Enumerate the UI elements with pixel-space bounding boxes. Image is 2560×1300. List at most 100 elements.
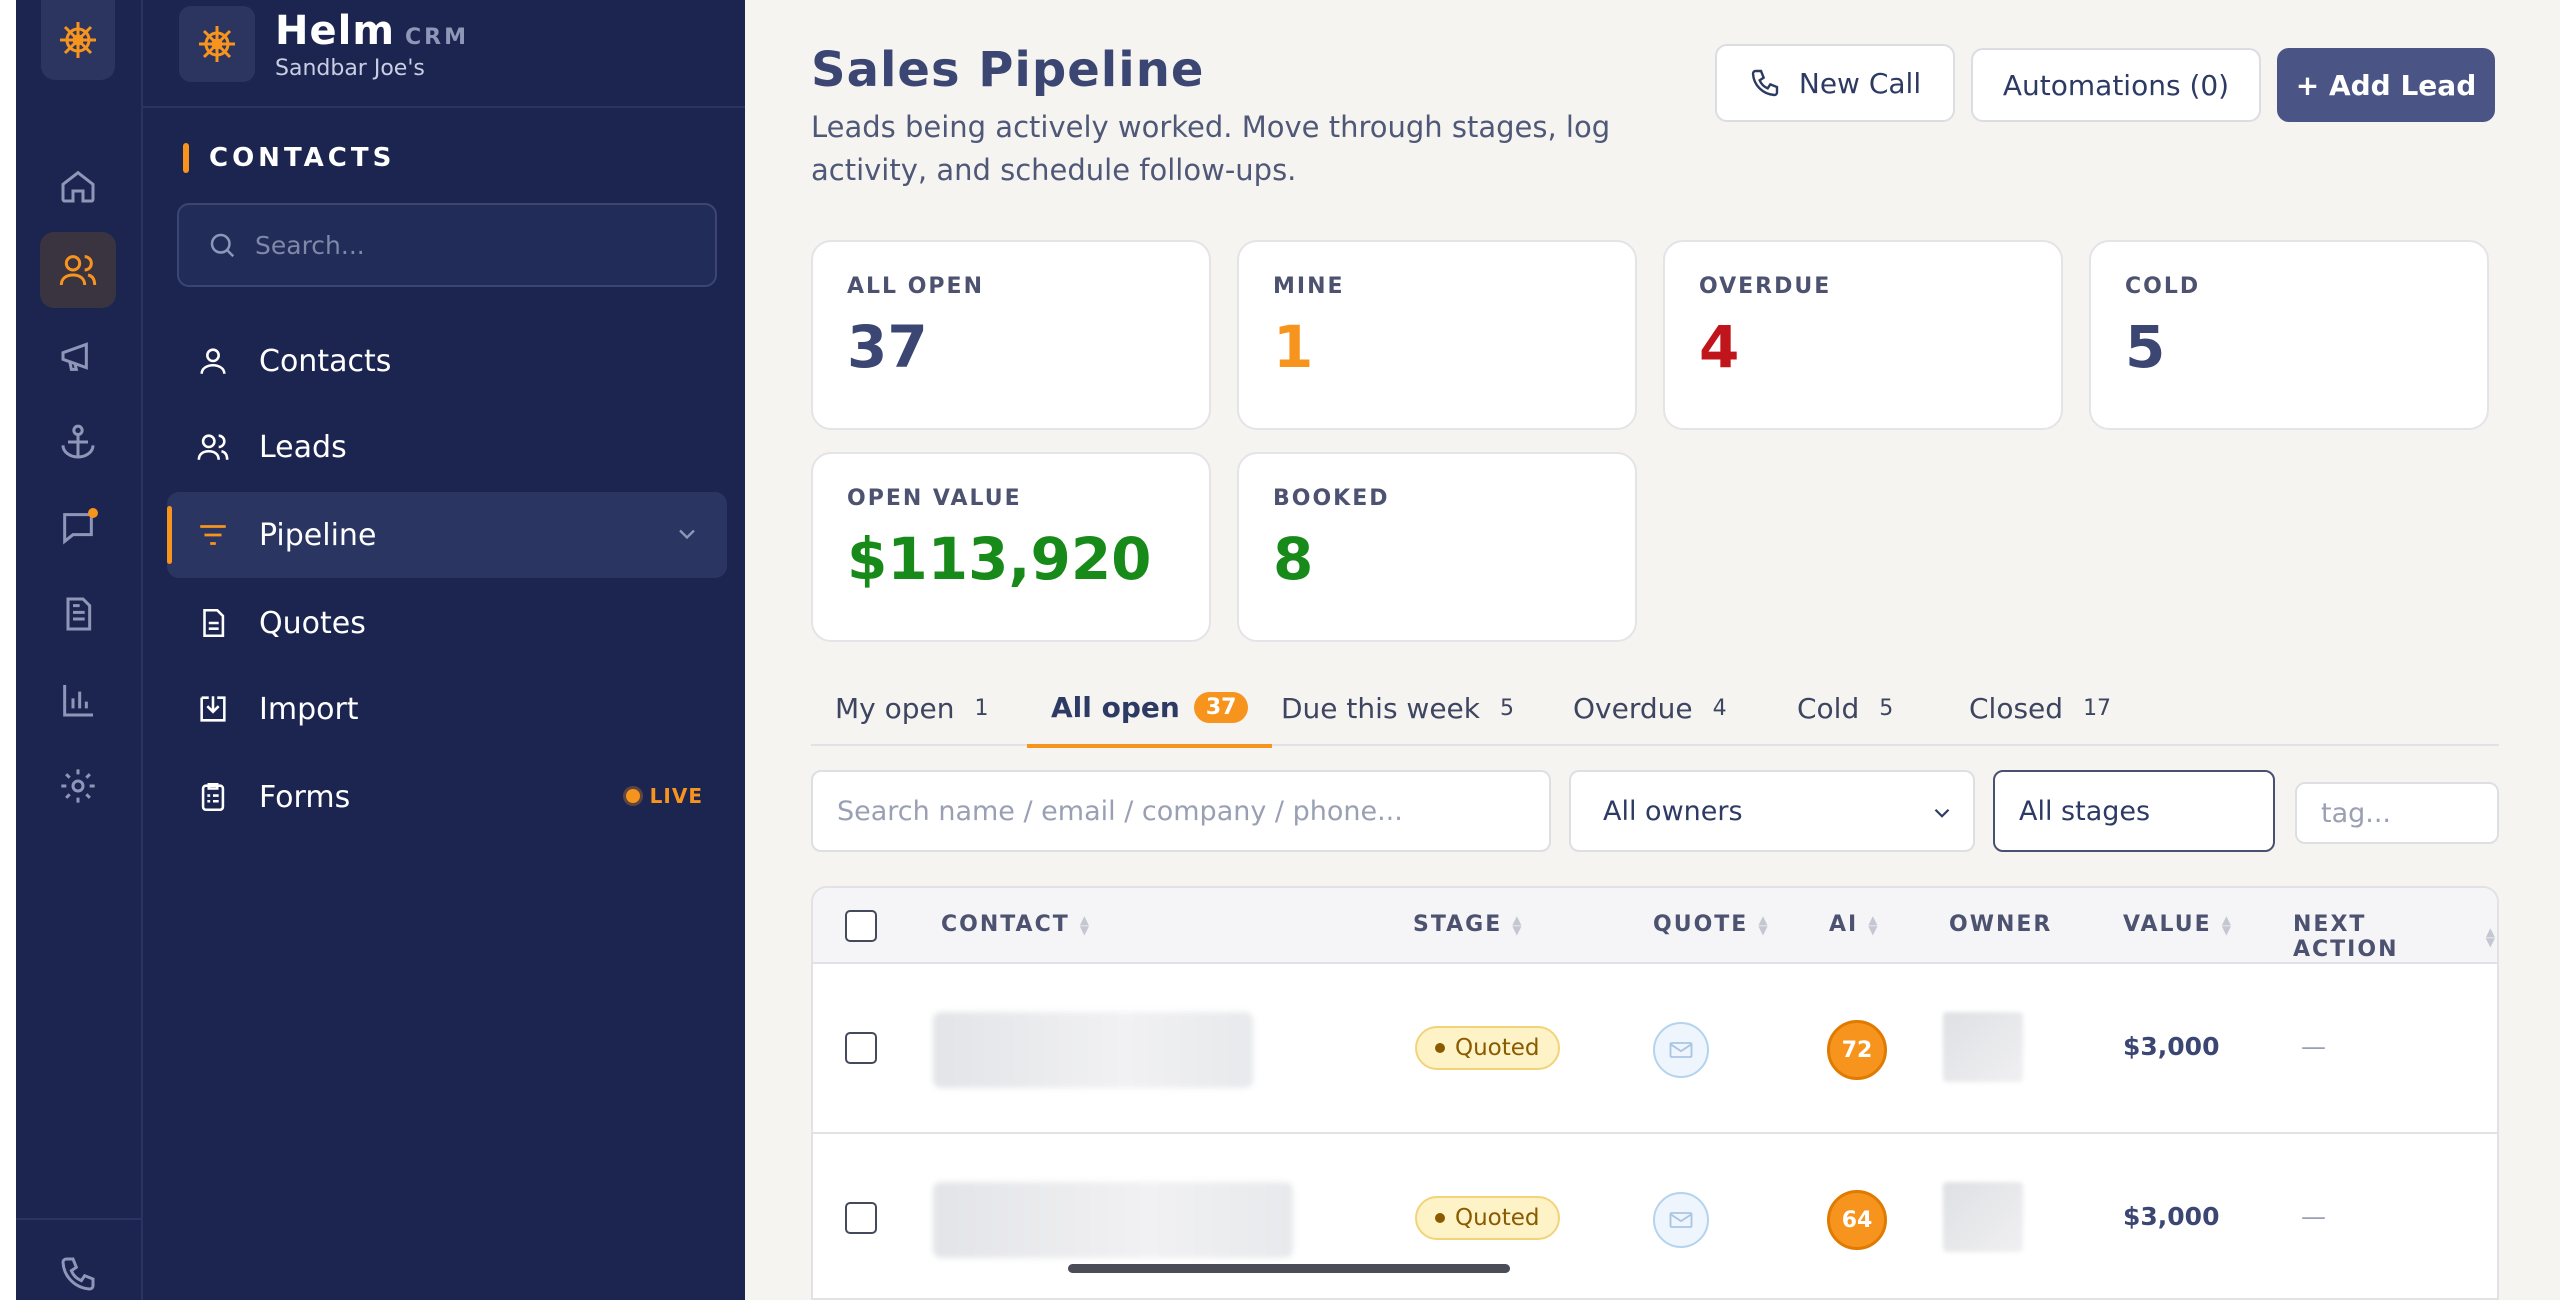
tab-cold[interactable]: Cold 5 <box>1797 670 1893 746</box>
column-contact[interactable]: CONTACT ▲ ▼ <box>941 912 1091 937</box>
megaphone-icon[interactable] <box>40 318 116 394</box>
sort-icon: ▲ ▼ <box>2221 912 2233 937</box>
add-lead-button[interactable]: + Add Lead <box>2277 48 2495 122</box>
section-accent <box>183 143 189 173</box>
ai-score-badge[interactable]: 72 <box>1827 1020 1887 1080</box>
phone-icon[interactable] <box>40 1236 116 1300</box>
stage-label: Quoted <box>1455 1205 1540 1231</box>
page-subtitle: Leads being actively worked. Move throug… <box>811 110 1611 187</box>
table-row[interactable]: Quoted 64 $3,000 — <box>813 1136 2497 1298</box>
filter-tabs: My open 1 All open 37 Due this week 5 Ov… <box>811 670 2499 748</box>
stage-label: Quoted <box>1455 1035 1540 1061</box>
contact-name-redacted[interactable] <box>933 1182 1293 1258</box>
stat-card-booked[interactable]: BOOKED 8 <box>1237 452 1637 642</box>
sidebar-item-quotes[interactable]: Quotes <box>167 580 727 666</box>
column-next-action[interactable]: NEXT ACTION ▲ ▼ <box>2293 912 2497 962</box>
value-cell: $3,000 <box>2123 1032 2220 1061</box>
stat-label: COLD <box>2125 274 2201 299</box>
row-checkbox[interactable] <box>845 1202 877 1234</box>
stage-badge[interactable]: Quoted <box>1415 1196 1560 1240</box>
stage-dot <box>1435 1043 1445 1053</box>
tab-count: 1 <box>974 695 989 721</box>
tag-input[interactable] <box>2321 797 2497 829</box>
left-edge <box>0 0 16 1300</box>
home-icon[interactable] <box>40 148 116 224</box>
tab-all-open[interactable]: All open 37 <box>1027 670 1273 748</box>
stat-card-overdue[interactable]: OVERDUE 4 <box>1663 240 2063 430</box>
chevron-down-icon[interactable] <box>673 520 701 552</box>
table-row[interactable]: Quoted 72 $3,000 — <box>813 966 2497 1134</box>
tab-count: 4 <box>1712 695 1727 721</box>
tab-count: 5 <box>1879 695 1894 721</box>
tab-due-this-week[interactable]: Due this week 5 <box>1281 670 1514 746</box>
stage-dot <box>1435 1213 1445 1223</box>
document-icon[interactable] <box>40 576 116 652</box>
helm-wheel-icon[interactable] <box>41 0 115 80</box>
stat-card-cold[interactable]: COLD 5 <box>2089 240 2489 430</box>
horizontal-scrollbar[interactable] <box>1068 1264 1510 1273</box>
icon-rail <box>16 0 143 1300</box>
ai-score-badge[interactable]: 64 <box>1827 1190 1887 1250</box>
users-icon <box>193 427 233 467</box>
app-name: Helm <box>275 7 395 54</box>
column-stage[interactable]: STAGE ▲ ▼ <box>1413 912 1524 937</box>
bar-chart-icon[interactable] <box>40 662 116 738</box>
column-label: CONTACT <box>941 912 1070 937</box>
tab-my-open[interactable]: My open 1 <box>835 670 989 746</box>
sidebar-item-label: Quotes <box>259 605 366 641</box>
leads-table: CONTACT ▲ ▼ STAGE ▲ ▼ QUOTE ▲ ▼ AI ▲ ▼ OWNER… <box>811 886 2499 1300</box>
stat-card-mine[interactable]: MINE 1 <box>1237 240 1637 430</box>
next-action-cell: — <box>2301 1202 2326 1231</box>
column-owner: OWNER <box>1949 912 2052 937</box>
stage-select-value: All stages <box>2019 795 2151 827</box>
table-header: CONTACT ▲ ▼ STAGE ▲ ▼ QUOTE ▲ ▼ AI ▲ ▼ OWNER… <box>813 888 2497 964</box>
filter-icon <box>193 515 233 555</box>
anchor-icon[interactable] <box>40 404 116 480</box>
tab-overdue[interactable]: Overdue 4 <box>1573 670 1727 746</box>
owner-avatar-redacted <box>1943 1012 2023 1082</box>
sidebar-search <box>177 203 717 287</box>
stat-value: 1 <box>1273 313 1314 381</box>
add-lead-label: + Add Lead <box>2295 68 2477 102</box>
sidebar-search-input[interactable] <box>255 230 695 260</box>
app-product: CRM <box>405 24 469 50</box>
sidebar: HelmCRM Sandbar Joe's CONTACTS Contacts … <box>143 0 745 1300</box>
column-value[interactable]: VALUE ▲ ▼ <box>2123 912 2233 937</box>
tab-closed[interactable]: Closed 17 <box>1969 670 2111 746</box>
tab-label: Cold <box>1797 691 1860 725</box>
select-all-checkbox[interactable] <box>845 910 877 942</box>
envelope-icon[interactable] <box>1653 1192 1709 1248</box>
column-ai[interactable]: AI ▲ ▼ <box>1829 912 1879 937</box>
stat-value: 4 <box>1699 313 1740 381</box>
row-checkbox[interactable] <box>845 1032 877 1064</box>
lead-search-input[interactable] <box>837 795 1549 827</box>
tab-label: All open <box>1051 690 1180 724</box>
stat-value: 8 <box>1273 525 1314 593</box>
sidebar-item-forms[interactable]: Forms LIVE <box>167 754 727 840</box>
new-call-button[interactable]: New Call <box>1715 44 1955 122</box>
sidebar-item-leads[interactable]: Leads <box>167 404 727 490</box>
tab-count: 5 <box>1500 695 1514 721</box>
chevron-down-icon <box>1929 800 1955 833</box>
owner-select[interactable]: All owners <box>1569 770 1975 852</box>
gear-icon[interactable] <box>40 748 116 824</box>
tenant-name: Sandbar Joe's <box>275 55 425 81</box>
download-icon <box>193 689 233 729</box>
brand[interactable]: Helm CRM Sandbar Joe's <box>179 6 469 82</box>
sidebar-item-pipeline[interactable]: Pipeline <box>167 492 727 578</box>
users-icon[interactable] <box>40 232 116 308</box>
chat-icon[interactable] <box>40 490 116 566</box>
tab-label: My open <box>835 691 955 725</box>
stage-badge[interactable]: Quoted <box>1415 1026 1560 1070</box>
stat-card-all-open[interactable]: ALL OPEN 37 <box>811 240 1211 430</box>
stat-label: OVERDUE <box>1699 274 1832 299</box>
stage-select[interactable]: All stages <box>1993 770 2275 852</box>
automations-button[interactable]: Automations (0) <box>1971 48 2261 122</box>
stat-card-open-value[interactable]: OPEN VALUE $113,920 <box>811 452 1211 642</box>
contact-name-redacted[interactable] <box>933 1012 1253 1088</box>
column-quote[interactable]: QUOTE ▲ ▼ <box>1653 912 1770 937</box>
sidebar-item-import[interactable]: Import <box>167 666 727 752</box>
section-label: CONTACTS <box>209 143 396 173</box>
sidebar-item-contacts[interactable]: Contacts <box>167 318 727 404</box>
envelope-icon[interactable] <box>1653 1022 1709 1078</box>
